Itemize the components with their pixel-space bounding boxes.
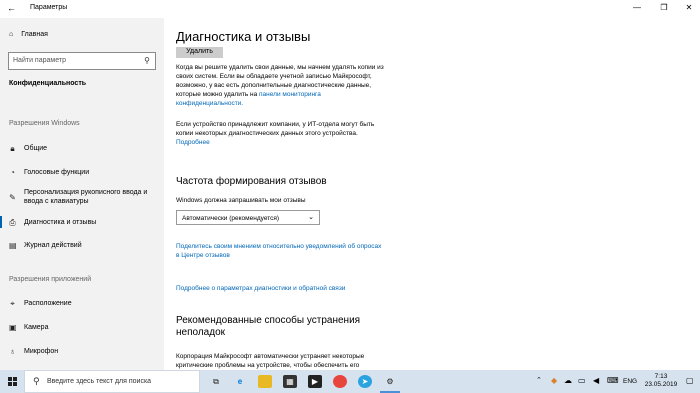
sidebar-item-label: Персонализация рукописного ввода и [24, 189, 148, 196]
notifications-icon[interactable]: ▢ [686, 376, 694, 393]
store-icon[interactable]: ▦ [283, 375, 297, 388]
delete-button[interactable]: Удалить [176, 47, 223, 58]
activity-icon: ▤ [9, 241, 17, 250]
company-info-text: Если устройство принадлежит компании, у … [176, 121, 375, 146]
recommended-text: Корпорация Майкрософт автоматически устр… [176, 353, 365, 369]
sidebar-item-label: Микрофон [24, 348, 59, 355]
search-input[interactable]: Найти параметр ⚲ [8, 52, 156, 70]
dropdown-value: Автоматически (рекомендуется) [182, 215, 280, 222]
diagnostics-icon: ⎙ [9, 218, 16, 227]
microphone-icon: ♁ [9, 347, 16, 356]
sidebar: ⌂ Главная Найти параметр ⚲ Конфиденциаль… [0, 18, 164, 370]
telegram-icon[interactable]: ➤ [358, 375, 372, 388]
learn-more-link[interactable]: Подробнее [176, 139, 210, 146]
window-title: Параметры [30, 4, 68, 11]
sidebar-item-label: Общие [24, 145, 48, 152]
media-app-icon[interactable]: ▶ [308, 375, 322, 388]
delete-info-text: Когда вы решите удалить свои данные, мы … [176, 64, 384, 107]
settings-window: ← Параметры — ❐ ✕ ⌂ Главная Найти параме… [0, 0, 700, 370]
minimize-button[interactable]: — [630, 3, 644, 12]
section-title: Конфиденциальность [9, 80, 87, 87]
main-content: Диагностика и отзывы Удалить Когда вы ре… [164, 18, 700, 370]
sidebar-item-voice[interactable]: ◔ Голосовые функции [9, 168, 89, 177]
group-title-windows: Разрешения Windows [9, 120, 80, 127]
settings-gear-icon[interactable]: ⚙ [380, 375, 400, 393]
sidebar-item-diagnostics[interactable]: ⎙ Диагностика и отзывы [0, 216, 97, 228]
file-explorer-icon[interactable] [258, 375, 272, 388]
share-opinion-link[interactable]: Поделитесь своим мнением относительно ув… [176, 242, 381, 260]
clock-time: 7:13 [654, 373, 668, 380]
privacy-dashboard-link-cont[interactable]: конфиденциальности. [176, 100, 243, 107]
network-icon[interactable]: ▭ [578, 376, 586, 393]
language-indicator[interactable]: ENG [623, 378, 637, 393]
feedback-heading: Частота формирования отзывов [176, 176, 327, 187]
search-placeholder: Найти параметр [13, 57, 66, 64]
sidebar-item-label: ввода с клавиатуры [24, 198, 89, 205]
tray-chevron-icon[interactable]: ⌃ [536, 376, 542, 393]
camera-icon: ▣ [9, 323, 17, 332]
search-icon: ⚲ [144, 56, 150, 65]
sidebar-item-label: Голосовые функции [24, 169, 90, 176]
task-view-icon[interactable]: ⧉ [209, 375, 223, 388]
sidebar-item-label: Расположение [24, 300, 72, 307]
title-bar: ← Параметры — ❐ ✕ [0, 0, 700, 18]
taskbar-search-placeholder: Введите здесь текст для поиска [47, 378, 152, 385]
tray-app-icon[interactable]: ◆ [551, 376, 557, 393]
sidebar-item-home[interactable]: ⌂ Главная [9, 31, 48, 38]
group-title-apps: Разрешения приложений [9, 276, 92, 283]
maximize-button[interactable]: ❐ [657, 3, 671, 12]
more-settings-link[interactable]: Подробнее о параметрах диагностики и обр… [176, 284, 345, 293]
privacy-dashboard-link[interactable]: панели мониторинга [259, 91, 321, 98]
location-icon: ⌖ [10, 299, 15, 308]
sidebar-item-label: Камера [24, 324, 49, 331]
onedrive-icon[interactable]: ☁ [564, 376, 572, 393]
feedback-label: Windows должна запрашивать мои отзывы [176, 197, 306, 204]
sidebar-item-inking[interactable]: ✎ Персонализация рукописного ввода и вво… [9, 188, 147, 206]
taskbar-search-input[interactable]: ⚲ Введите здесь текст для поиска [24, 370, 200, 393]
home-icon: ⌂ [9, 31, 14, 38]
voice-icon: ◔ [10, 168, 15, 177]
pen-icon: ✎ [9, 193, 16, 202]
sidebar-item-activity[interactable]: ▤ Журнал действий [9, 241, 82, 250]
chrome-icon[interactable] [333, 375, 347, 388]
sidebar-item-microphone[interactable]: ♁ Микрофон [9, 347, 59, 356]
sidebar-item-label: Журнал действий [24, 242, 82, 249]
page-title: Диагностика и отзывы [176, 29, 311, 44]
close-button[interactable]: ✕ [682, 3, 696, 12]
windows-logo-icon [7, 377, 17, 386]
back-arrow-icon[interactable]: ← [7, 3, 16, 13]
taskbar: ⚲ Введите здесь текст для поиска ⧉ e ▦ ▶… [0, 370, 700, 393]
sidebar-item-camera[interactable]: ▣ Камера [9, 323, 48, 332]
chevron-down-icon: ⌄ [308, 214, 314, 221]
feedback-frequency-dropdown[interactable]: Автоматически (рекомендуется) ⌄ [176, 210, 320, 225]
start-button[interactable] [0, 370, 24, 393]
search-icon: ⚲ [33, 376, 40, 386]
sidebar-item-label: Главная [21, 31, 48, 38]
sidebar-item-general[interactable]: 🔒︎ Общие [9, 144, 47, 153]
lock-icon: 🔒︎ [10, 144, 15, 153]
clock-date: 23.05.2019 [644, 381, 678, 388]
clock[interactable]: 7:13 23.05.2019 [641, 373, 681, 393]
volume-icon[interactable]: ◀ [593, 376, 599, 393]
sidebar-item-label: Диагностика и отзывы [24, 219, 97, 226]
keyboard-icon[interactable]: ⌨ [607, 376, 619, 393]
sidebar-item-location[interactable]: ⌖ Расположение [9, 299, 72, 308]
recommended-heading: Рекомендованные способы устранения непол… [176, 315, 361, 338]
edge-icon[interactable]: e [233, 375, 247, 388]
